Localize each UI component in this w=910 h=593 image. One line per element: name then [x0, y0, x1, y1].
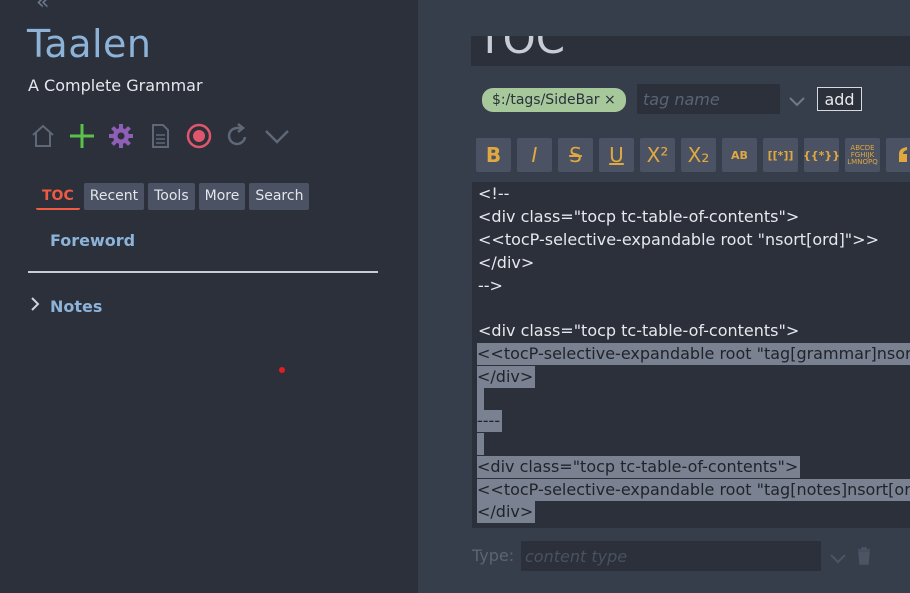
type-dropdown-icon[interactable]	[830, 549, 846, 568]
underline-button[interactable]: U	[599, 138, 634, 172]
tag-name-input[interactable]	[637, 84, 780, 114]
tag-pill-label: $:/tags/SideBar	[492, 92, 600, 108]
subscript-button[interactable]: X₂	[681, 138, 716, 172]
code-line-selected: </div>	[477, 366, 536, 388]
toc-link-notes[interactable]: Notes	[50, 297, 102, 316]
transclude-button[interactable]: {{*}}	[803, 138, 840, 172]
editor-toolbar: B I S U X² X₂ AB [[*]] {{*}} ABCDE FGHIJ…	[476, 138, 910, 172]
quote-button[interactable]	[886, 138, 910, 172]
chevron-right-icon[interactable]	[30, 296, 40, 316]
superscript-button[interactable]: X²	[640, 138, 675, 172]
tab-more[interactable]: More	[198, 183, 246, 210]
tags-row: $:/tags/SideBar ×	[482, 84, 626, 116]
charmap-button[interactable]: ABCDE FGHIJK LMNOPQ	[845, 138, 880, 172]
code-line-selected	[477, 433, 484, 455]
body-editor[interactable]: <!-- <div class="tocp tc-table-of-conten…	[472, 182, 910, 528]
toc-link-foreword[interactable]: Foreword	[50, 231, 135, 250]
code-line: <<tocP-selective-expandable root "nsort[…	[478, 230, 879, 249]
plus-icon[interactable]	[67, 122, 96, 150]
tab-toc[interactable]: TOC	[36, 183, 80, 210]
bold-button[interactable]: B	[476, 138, 511, 172]
code-line: <!--	[478, 184, 510, 203]
toc-divider	[28, 271, 378, 273]
strikethrough-button[interactable]: S	[558, 138, 593, 172]
document-icon[interactable]	[145, 122, 174, 150]
gear-icon[interactable]	[106, 122, 135, 150]
wikilink-button[interactable]: [[*]]	[763, 138, 798, 172]
italic-button[interactable]: I	[517, 138, 552, 172]
content-type-input[interactable]	[521, 541, 821, 571]
chevron-down-icon[interactable]	[262, 122, 291, 150]
tag-pill[interactable]: $:/tags/SideBar ×	[482, 88, 626, 112]
code-line: </div>	[478, 253, 535, 272]
sidebar-tabs: TOC Recent Tools More Search	[36, 183, 310, 210]
title-input[interactable]: TOC	[471, 36, 910, 66]
toc-item-notes[interactable]: Notes	[30, 296, 102, 316]
code-line: -->	[478, 276, 503, 295]
tab-search[interactable]: Search	[249, 183, 310, 210]
add-tag-button[interactable]: add	[817, 87, 862, 111]
tag-dropdown-icon[interactable]	[789, 92, 805, 111]
code-line-selected: <<tocP-selective-expandable root "tag[gr…	[477, 343, 910, 365]
site-title[interactable]: Taalen	[27, 22, 152, 66]
smallcaps-button[interactable]: AB	[722, 138, 757, 172]
record-icon[interactable]	[184, 122, 213, 150]
code-line: <div class="tocp tc-table-of-contents">	[478, 321, 800, 340]
code-line-selected: <div class="tocp tc-table-of-contents">	[477, 456, 801, 478]
home-icon[interactable]	[28, 122, 57, 150]
title-text: TOC	[477, 36, 566, 63]
code-line: <div class="tocp tc-table-of-contents">	[478, 207, 800, 226]
code-line-selected: ----	[477, 410, 503, 432]
code-line-selected	[477, 388, 484, 410]
page-controls	[28, 122, 291, 150]
tag-remove-icon[interactable]: ×	[604, 92, 616, 108]
site-subtitle: A Complete Grammar	[28, 76, 203, 95]
sidebar: « Taalen A Complete Grammar TOC Recent T…	[0, 0, 418, 593]
tab-recent[interactable]: Recent	[83, 183, 145, 210]
cursor-dot	[279, 367, 285, 373]
code-line-selected: <<tocP-selective-expandable root "tag[no…	[477, 479, 910, 501]
type-label: Type:	[472, 546, 515, 565]
code-line-selected: </div>	[477, 501, 536, 523]
collapse-sidebar-icon[interactable]: «	[36, 0, 49, 15]
trash-icon[interactable]	[857, 547, 871, 569]
tab-tools[interactable]: Tools	[148, 183, 195, 210]
refresh-icon[interactable]	[223, 122, 252, 150]
